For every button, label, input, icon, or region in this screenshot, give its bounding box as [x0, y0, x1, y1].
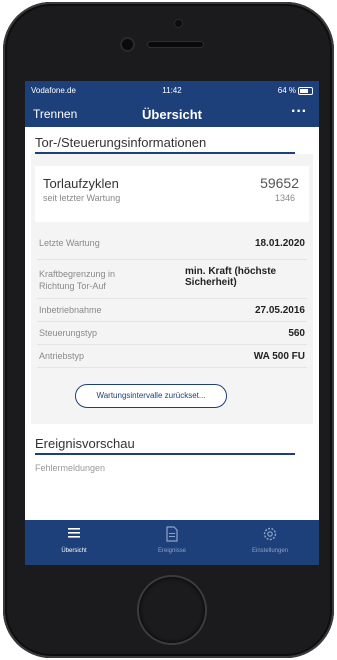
- proximity-sensor: [175, 20, 182, 27]
- info-row-label: Letzte Wartung: [39, 238, 100, 248]
- reset-maintenance-intervals-button[interactable]: Wartungsintervalle zurückset...: [75, 384, 227, 408]
- info-panel: Torlaufzyklen seit letzter Wartung 59652…: [31, 154, 313, 424]
- info-row-value: min. Kraft (höchste Sicherheit): [185, 266, 277, 288]
- battery-percentage: 64 %: [277, 86, 296, 95]
- battery-icon: [298, 87, 313, 95]
- tab-label: Übersicht: [61, 548, 87, 554]
- tab-label: Einstellungen: [251, 548, 289, 554]
- reset-button-container: Wartungsintervalle zurückset...: [37, 368, 307, 424]
- status-time: 11:42: [162, 86, 182, 95]
- earpiece-speaker: [148, 42, 203, 47]
- page-title: Übersicht: [142, 107, 202, 122]
- tab-events[interactable]: Ereignisse: [123, 520, 221, 565]
- door-cycles-label: Torlaufzyklen: [43, 176, 119, 191]
- tab-settings[interactable]: Einstellungen: [221, 520, 319, 565]
- gear-icon: [221, 526, 319, 544]
- event-preview-heading: Ereignisvorschau: [35, 436, 295, 455]
- info-row-label: Antriebstyp: [39, 351, 85, 361]
- document-icon: [123, 526, 221, 544]
- tab-label: Ereignisse: [157, 548, 186, 554]
- door-control-info-heading: Tor-/Steuerungsinformationen: [35, 135, 295, 154]
- front-camera-icon: [122, 39, 133, 50]
- info-row-value: 18.01.2020: [254, 238, 305, 249]
- info-row-label: Inbetriebnahme: [39, 305, 102, 315]
- info-row-value: WA 500 FU: [253, 351, 305, 362]
- error-messages-label: Fehlermeldungen: [35, 463, 106, 473]
- phone-frame: Vodafone.de 11:42 64 % Trennen Übersicht…: [3, 2, 334, 658]
- info-row-value: 560: [288, 328, 305, 339]
- app-screen: Vodafone.de 11:42 64 % Trennen Übersicht…: [25, 81, 319, 565]
- info-row-drive-type: Antriebstyp WA 500 FU: [37, 345, 307, 368]
- since-maintenance-label: seit letzter Wartung: [43, 193, 121, 203]
- info-row-control-type: Steuerungstyp 560: [37, 322, 307, 345]
- info-row-label: Steuerungstyp: [39, 328, 98, 338]
- info-row-last-maintenance: Letzte Wartung 18.01.2020: [37, 234, 307, 260]
- tab-overview[interactable]: Übersicht: [25, 520, 123, 565]
- info-row-force-limit: Kraftbegrenzung in Richtung Tor-Auf min.…: [37, 260, 307, 299]
- list-icon: [25, 526, 123, 544]
- tab-bar: Übersicht Ereignisse Einstellungen: [25, 520, 319, 565]
- door-cycles-value: 59652: [260, 175, 299, 191]
- navigation-bar: Trennen Übersicht ···: [25, 101, 319, 127]
- more-options-button[interactable]: ···: [291, 103, 307, 121]
- info-row-label: Kraftbegrenzung in Richtung Tor-Auf: [39, 269, 116, 291]
- home-button[interactable]: [139, 577, 205, 643]
- since-maintenance-value: 1346: [274, 193, 295, 203]
- door-cycles-card: Torlaufzyklen seit letzter Wartung 59652…: [35, 166, 309, 222]
- info-row-value: 27.05.2016: [254, 305, 305, 316]
- info-row-commissioning: Inbetriebnahme 27.05.2016: [37, 299, 307, 322]
- status-bar: Vodafone.de 11:42 64 %: [25, 81, 319, 101]
- main-content[interactable]: Tor-/Steuerungsinformationen Torlaufzykl…: [25, 127, 319, 520]
